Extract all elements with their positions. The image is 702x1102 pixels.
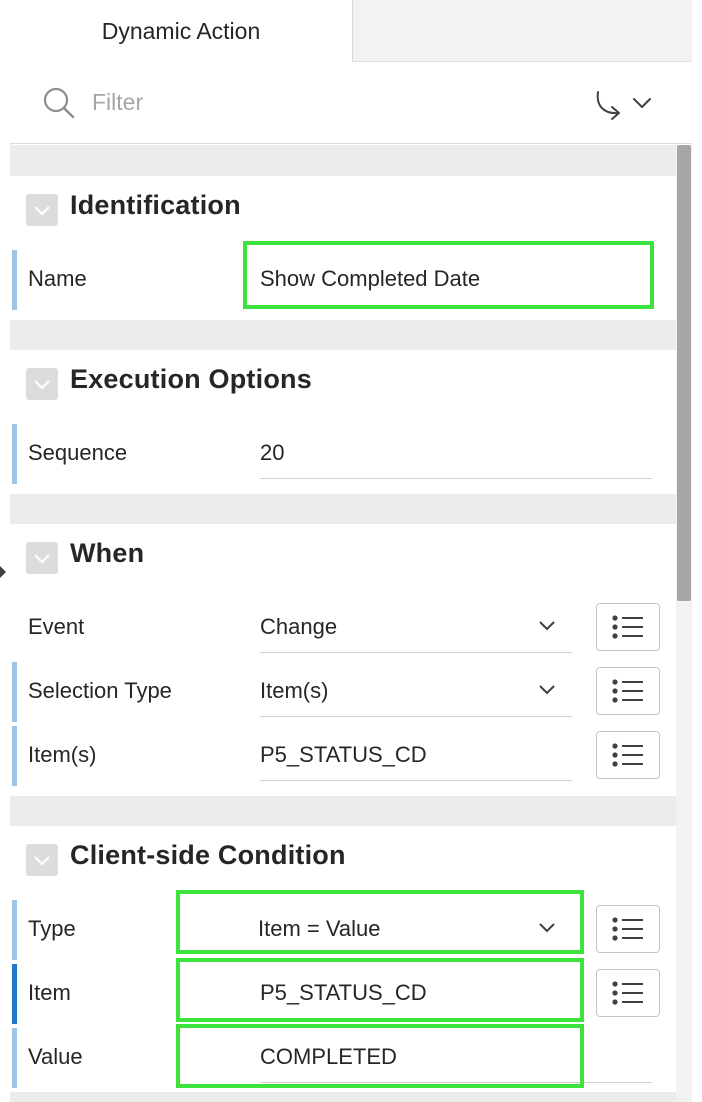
list-button[interactable]: [596, 667, 660, 715]
search-icon: [43, 87, 75, 119]
section-title: When: [70, 538, 145, 568]
list-button[interactable]: [596, 905, 660, 953]
splitter-arrow-icon[interactable]: [0, 566, 6, 578]
tab-dynamic-action[interactable]: Dynamic Action: [10, 0, 353, 63]
goto-group-button[interactable]: [590, 84, 658, 122]
field-underline: [260, 780, 572, 781]
chevron-down-icon: [34, 856, 50, 866]
list-button[interactable]: [596, 731, 660, 779]
chevron-down-icon[interactable]: [538, 620, 556, 632]
property-label: Sequence: [28, 440, 128, 465]
property-label: Item: [28, 980, 71, 1005]
section-header-identification[interactable]: Identification: [10, 176, 676, 240]
chevron-down-icon: [34, 206, 50, 216]
required-marker: [12, 250, 17, 310]
section-title: Execution Options: [70, 364, 312, 394]
field-underline: [260, 652, 572, 653]
highlight-box-name: [243, 241, 654, 309]
list-icon: [612, 917, 643, 941]
property-label: Type: [28, 916, 76, 941]
property-label: Item(s): [28, 742, 97, 767]
collapse-toggle[interactable]: [26, 542, 58, 574]
highlight-box-value: [176, 1024, 584, 1088]
section-header-when[interactable]: When: [10, 524, 676, 588]
list-icon: [612, 615, 643, 639]
event-select[interactable]: Change: [260, 614, 337, 640]
section-execution-options: Execution Options Sequence 20: [10, 350, 676, 494]
list-icon: [612, 981, 643, 1005]
tab-dynamic-action-label: Dynamic Action: [101, 18, 261, 44]
collapse-toggle[interactable]: [26, 368, 58, 400]
required-marker: [12, 1028, 17, 1088]
scrollbar-thumb[interactable]: [677, 145, 691, 601]
required-marker: [12, 424, 17, 484]
highlight-box-item: [176, 958, 584, 1022]
section-title: Client-side Condition: [70, 840, 346, 870]
filter-bar: [10, 62, 692, 144]
property-label: Event: [28, 614, 85, 639]
list-button[interactable]: [596, 969, 660, 1017]
filter-input[interactable]: [92, 86, 472, 118]
selection-type-select[interactable]: Item(s): [260, 678, 328, 704]
property-row-sequence: Sequence 20: [10, 422, 676, 486]
field-underline: [260, 478, 652, 479]
section-title: Identification: [70, 190, 241, 220]
property-row-selection-type: Selection Type Item(s): [10, 660, 676, 724]
list-button[interactable]: [596, 603, 660, 651]
property-row-event: Event Change: [10, 596, 676, 660]
list-icon: [612, 743, 643, 767]
property-row-items: Item(s) P5_STATUS_CD: [10, 724, 676, 788]
chevron-down-icon: [34, 554, 50, 564]
field-underline: [260, 716, 572, 717]
required-marker: [12, 726, 17, 786]
property-label: Value: [28, 1044, 83, 1069]
section-header-client-side-condition[interactable]: Client-side Condition: [10, 826, 676, 890]
required-marker: [12, 900, 17, 960]
current-row-marker: [12, 964, 17, 1024]
sequence-field[interactable]: 20: [260, 440, 284, 466]
items-field[interactable]: P5_STATUS_CD: [260, 742, 427, 768]
goto-group-icon: [596, 91, 651, 120]
property-label: Name: [28, 266, 87, 291]
section-when: When Event Change Selection Type Item(s)…: [10, 524, 676, 796]
highlight-box-type: [176, 890, 584, 954]
collapse-toggle[interactable]: [26, 194, 58, 226]
section-header-execution-options[interactable]: Execution Options: [10, 350, 676, 414]
property-label: Selection Type: [28, 678, 172, 703]
collapse-toggle[interactable]: [26, 844, 58, 876]
required-marker: [12, 662, 17, 722]
chevron-down-icon[interactable]: [538, 684, 556, 696]
chevron-down-icon: [34, 380, 50, 390]
list-icon: [612, 679, 643, 703]
